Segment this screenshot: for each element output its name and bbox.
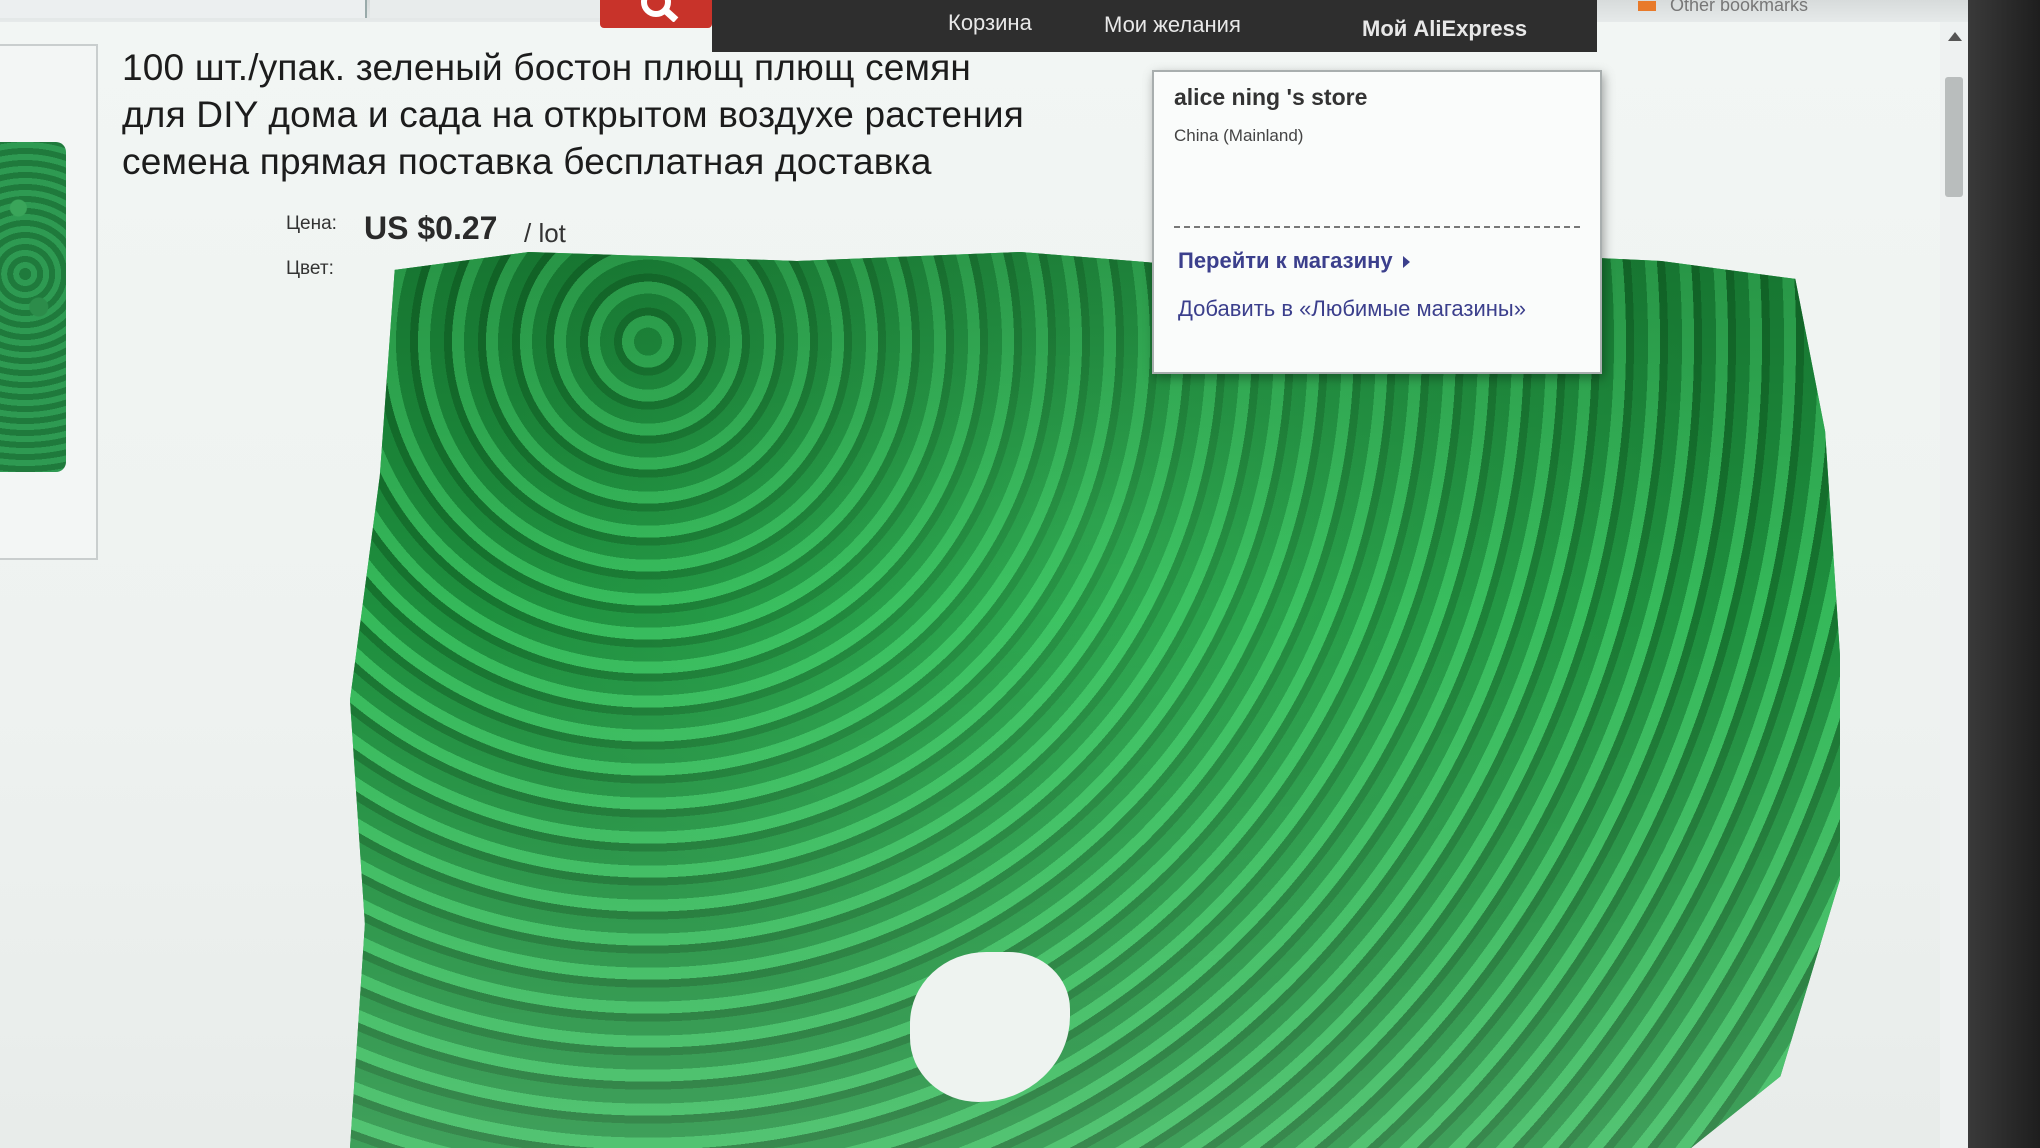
goto-store-link[interactable]: Перейти к магазину — [1178, 248, 1410, 274]
monitor-bezel — [1968, 0, 2040, 1148]
nav-my-aliexpress-link[interactable]: Мой AliExpress — [1362, 16, 1527, 42]
nav-wishlist-link[interactable]: Мои желания — [1104, 12, 1241, 38]
goto-store-label: Перейти к магазину — [1178, 248, 1393, 273]
popup-divider — [1174, 226, 1580, 228]
product-title-line: семена прямая поставка бесплатная достав… — [122, 141, 932, 182]
add-favorite-store-link[interactable]: Добавить в «Любимые магазины» — [1178, 296, 1526, 322]
ivy-shading — [350, 252, 1840, 1148]
product-title: 100 шт./упак. зеленый бостон плющ плющ с… — [122, 44, 1132, 185]
nav-cart-link[interactable]: Корзина — [948, 10, 1032, 36]
product-title-line: для DIY дома и сада на открытом воздухе … — [122, 94, 1024, 135]
store-country: China (Mainland) — [1174, 126, 1304, 145]
price-unit: / lot — [524, 218, 566, 248]
price-value: US $0.27 — [364, 210, 498, 246]
browser-screen: Other bookmarks Корзина Мои желания Мой … — [0, 0, 1968, 1148]
price-label: Цена: — [286, 213, 337, 234]
store-name: alice ning 's store — [1174, 84, 1368, 110]
search-icon — [641, 0, 679, 22]
scroll-thumb[interactable] — [1945, 77, 1963, 197]
search-field-right[interactable] — [370, 0, 600, 18]
folder-icon — [1638, 1, 1656, 11]
chevron-right-icon — [1402, 256, 1410, 269]
store-info-popup: alice ning 's store China (Mainland) Пер… — [1152, 70, 1602, 374]
product-thumbnail[interactable] — [0, 44, 98, 560]
search-field-left[interactable] — [0, 0, 367, 18]
product-title-line: 100 шт./упак. зеленый бостон плющ плющ с… — [122, 47, 972, 88]
color-label: Цвет: — [286, 258, 334, 279]
product-main-image[interactable] — [350, 252, 1840, 1148]
bookmarks-bar[interactable]: Other bookmarks — [1638, 0, 1928, 14]
scroll-up-arrow-icon[interactable] — [1948, 32, 1962, 41]
thumbnail-image — [0, 142, 66, 472]
search-button[interactable] — [600, 0, 712, 28]
vertical-scrollbar[interactable] — [1940, 22, 1968, 1148]
other-bookmarks-label: Other bookmarks — [1670, 0, 1809, 14]
